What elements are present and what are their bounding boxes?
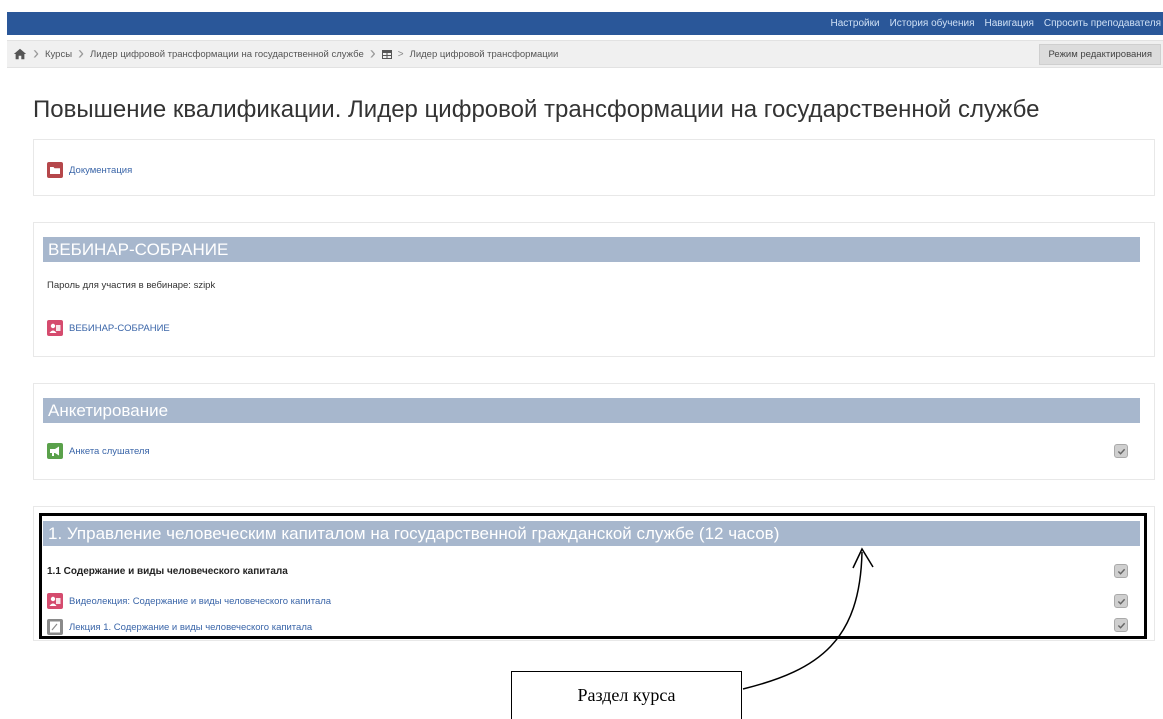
breadcrumb-bar: › Курсы › Лидер цифровой трансформации н… — [7, 40, 1163, 68]
check-icon — [1117, 568, 1125, 575]
breadcrumb-category[interactable]: Лидер цифровой трансформации на государс… — [90, 49, 364, 60]
activity-label: ВЕБИНАР-СОБРАНИЕ — [69, 322, 170, 334]
activity-survey[interactable]: Анкета слушателя — [47, 443, 150, 459]
page-title: Повышение квалификации. Лидер цифровой т… — [33, 96, 1040, 123]
nav-navigation[interactable]: Навигация — [984, 18, 1033, 29]
section-webinar: ВЕБИНАР-СОБРАНИЕ Пароль для участия в ве… — [33, 222, 1155, 357]
chevron-right-icon: › — [33, 43, 39, 63]
activity-label: Анкета слушателя — [69, 445, 150, 457]
activity-documentation[interactable]: Документация — [47, 162, 132, 178]
webinar-icon — [47, 320, 63, 336]
chevron-right-icon: › — [369, 43, 376, 63]
edit-mode-button[interactable]: Режим редактирования — [1039, 44, 1161, 65]
section-1: 1. Управление человеческим капиталом на … — [33, 506, 1155, 641]
subsection-heading: 1.1 Содержание и виды человеческого капи… — [47, 566, 288, 577]
callout-label: Раздел курса — [511, 671, 742, 719]
chevron-right-icon: > — [397, 48, 404, 60]
top-nav-menu: Настройки История обучения Навигация Спр… — [831, 12, 1161, 35]
folder-icon — [47, 162, 63, 178]
nav-learning-history[interactable]: История обучения — [890, 18, 975, 29]
section-title: Анкетирование — [43, 398, 1140, 423]
section-title: ВЕБИНАР-СОБРАНИЕ — [43, 237, 1140, 262]
completion-checkbox[interactable] — [1114, 444, 1128, 458]
nav-ask-teacher[interactable]: Спросить преподавателя — [1044, 18, 1161, 29]
chevron-right-icon: › — [78, 43, 85, 63]
section-survey: Анкетирование Анкета слушателя — [33, 383, 1155, 480]
breadcrumb-current[interactable]: Лидер цифровой трансформации — [410, 49, 559, 60]
section-title: 1. Управление человеческим капиталом на … — [43, 521, 1140, 546]
breadcrumb: › Курсы › Лидер цифровой трансформации н… — [13, 41, 558, 67]
home-icon[interactable] — [13, 47, 27, 61]
webinar-icon — [47, 593, 63, 609]
check-icon — [1117, 448, 1125, 455]
breadcrumb-courses[interactable]: Курсы — [45, 49, 72, 60]
check-icon — [1117, 598, 1125, 605]
activity-webinar[interactable]: ВЕБИНАР-СОБРАНИЕ — [47, 320, 170, 336]
check-icon — [1117, 622, 1125, 629]
course-grid-icon — [381, 49, 392, 59]
activity-lecture[interactable]: Лекция 1. Содержание и виды человеческог… — [47, 619, 312, 635]
webinar-password-text: Пароль для участия в вебинаре: szipk — [47, 280, 216, 291]
section-documentation: Документация — [33, 139, 1155, 196]
completion-checkbox[interactable] — [1114, 618, 1128, 632]
completion-checkbox[interactable] — [1114, 594, 1128, 608]
page-icon — [47, 619, 63, 635]
activity-video-lecture[interactable]: Видеолекция: Содержание и виды человечес… — [47, 593, 331, 609]
activity-label: Лекция 1. Содержание и виды человеческог… — [69, 621, 313, 633]
completion-checkbox[interactable] — [1114, 564, 1128, 578]
top-navbar: Настройки История обучения Навигация Спр… — [7, 12, 1163, 35]
nav-settings[interactable]: Настройки — [831, 18, 880, 29]
megaphone-icon — [47, 443, 63, 459]
activity-label: Видеолекция: Содержание и виды человечес… — [69, 595, 332, 607]
activity-label: Документация — [69, 164, 133, 176]
